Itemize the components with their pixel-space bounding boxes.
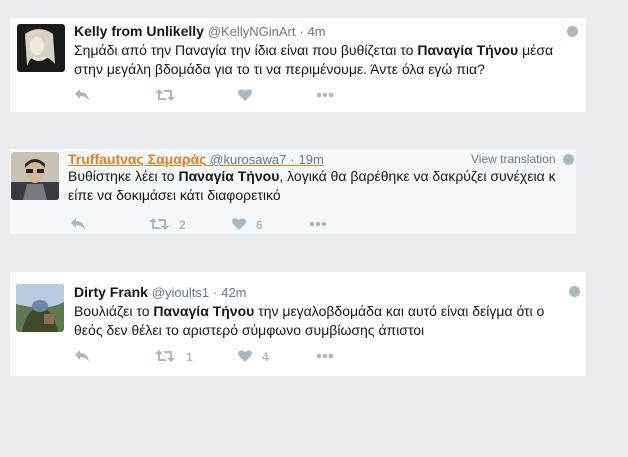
tweet-text-part: Σημάδι από την Παναγία την ίδια είναι πο…: [74, 42, 418, 58]
separator: ·: [290, 152, 295, 167]
avatar[interactable]: [17, 24, 65, 72]
timestamp[interactable]: 19m: [299, 152, 324, 167]
tweet-card[interactable]: Kelly from Unlikelly @KellyNGinArt · 4m …: [10, 18, 586, 112]
author-handle[interactable]: @KellyNGinArt: [208, 24, 296, 39]
retweet-icon: [149, 218, 169, 230]
tweet-card[interactable]: Truffautνας Σαμαράς @kurosawa7 · 19m Vie…: [10, 149, 576, 234]
reply-button[interactable]: [74, 88, 90, 104]
avatar[interactable]: [11, 152, 59, 200]
like-count: 4: [262, 350, 269, 364]
retweet-button[interactable]: [155, 88, 175, 104]
tweet-text: Βουλιάζει το Παναγία Τήνου την μεγαλοβδο…: [74, 302, 564, 340]
like-button[interactable]: [237, 88, 253, 104]
like-icon: [238, 89, 252, 101]
more-icon: [309, 221, 327, 227]
retweet-count: 1: [186, 350, 193, 364]
like-icon: [232, 218, 246, 230]
retweet-icon: [155, 350, 175, 362]
timestamp[interactable]: 42m: [221, 285, 246, 300]
retweet-count: 2: [179, 218, 186, 232]
separator: ·: [299, 24, 304, 39]
retweet-icon: [155, 89, 175, 101]
tweet-actions: 1 4: [74, 349, 354, 365]
author-name[interactable]: Truffautνας Σαμαράς: [68, 151, 206, 167]
like-button[interactable]: [237, 349, 253, 365]
view-translation-link[interactable]: View translation: [471, 152, 556, 166]
tweet-actions: [74, 88, 354, 104]
tweet-text: Σημάδι από την Παναγία την ίδια είναι πο…: [74, 41, 564, 79]
tweet-text-part: Βουλιάζει το: [74, 303, 154, 319]
reply-button[interactable]: [70, 217, 86, 233]
reply-icon: [75, 350, 89, 362]
tweet-actions: 2 6: [70, 217, 350, 233]
author-handle[interactable]: @kurosawa7: [210, 152, 286, 167]
author-name[interactable]: Dirty Frank: [74, 284, 148, 300]
avatar[interactable]: [16, 284, 64, 332]
tweet-card[interactable]: Dirty Frank @yioults1 · 42m Βουλιάζει το…: [10, 272, 586, 376]
author-line: Kelly from Unlikelly @KellyNGinArt · 4m: [74, 23, 326, 39]
reply-icon: [71, 218, 85, 230]
more-button[interactable]: [309, 221, 327, 237]
reply-icon: [75, 89, 89, 101]
more-button[interactable]: [316, 92, 334, 108]
tweet-text-bold[interactable]: Παναγία Τήνου: [153, 303, 254, 319]
author-name[interactable]: Kelly from Unlikelly: [74, 23, 204, 39]
reply-button[interactable]: [74, 349, 90, 365]
timestamp[interactable]: 4m: [308, 24, 326, 39]
separator: ·: [212, 285, 218, 300]
author-line: Truffautνας Σαμαράς @kurosawa7 · 19m: [68, 151, 324, 167]
author-handle[interactable]: @yioults1: [152, 285, 209, 300]
retweet-button[interactable]: [155, 349, 175, 365]
more-icon: [316, 353, 334, 359]
tweet-text-part: Βυθίστηκε λέει το: [68, 168, 179, 184]
tweet-text-bold[interactable]: Παναγία Τήνου: [178, 168, 279, 184]
like-button[interactable]: [231, 217, 247, 233]
retweet-button[interactable]: [149, 217, 169, 233]
like-icon: [238, 350, 252, 362]
tweet-text-bold[interactable]: Παναγία Τήνου: [417, 42, 518, 58]
tweet-text: Βυθίστηκε λέει το Παναγία Τήνου, λογικά …: [68, 167, 568, 205]
more-icon: [316, 92, 334, 98]
globe-icon: [563, 154, 574, 165]
like-count: 6: [256, 218, 263, 232]
globe-icon: [569, 286, 580, 297]
more-button[interactable]: [316, 353, 334, 369]
author-line: Dirty Frank @yioults1 · 42m: [74, 284, 247, 300]
globe-icon: [567, 26, 578, 37]
